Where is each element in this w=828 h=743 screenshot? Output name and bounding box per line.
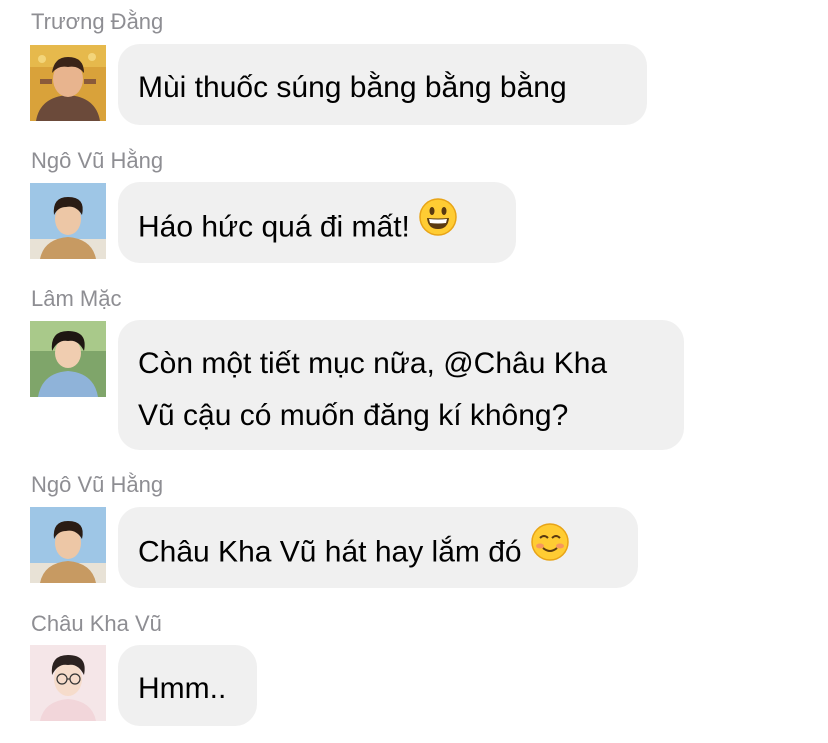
avatar-lam-mac [30, 321, 106, 397]
avatar-truong-dang [30, 45, 106, 121]
avatar[interactable] [30, 183, 106, 259]
message-bubble[interactable]: Háo hức quá đi mất! [118, 182, 516, 263]
message-bubble[interactable]: Châu Kha Vũ hát hay lắm đó [118, 507, 638, 588]
avatar[interactable] [30, 45, 106, 121]
message-text: Hmm.. [138, 672, 227, 705]
message-bubble[interactable]: Còn một tiết mục nữa, @Châu Kha Vũ cậu c… [118, 320, 684, 450]
message-line: Châu Kha Vũ hát hay lắm đó [138, 522, 618, 579]
message-bubble[interactable]: Mùi thuốc súng bằng bằng bằng [118, 44, 647, 125]
message-text: Vũ cậu có muốn đăng kí không? [138, 399, 569, 432]
message-bubble[interactable]: Hmm.. [118, 645, 257, 726]
avatar-ngo-vu-hang [30, 183, 106, 259]
avatar[interactable] [30, 645, 106, 721]
avatar[interactable] [30, 321, 106, 397]
sender-name: Lâm Mặc [31, 286, 122, 311]
avatar[interactable] [30, 507, 106, 583]
message-text: Mùi thuốc súng bằng bằng bằng [138, 71, 567, 104]
sender-name: Châu Kha Vũ [31, 611, 162, 636]
smiling-face-icon [530, 522, 570, 579]
sender-name: Ngô Vũ Hằng [31, 148, 164, 173]
sender-name: Ngô Vũ Hằng [31, 472, 164, 497]
message-text: Háo hức quá đi mất! [138, 210, 410, 244]
avatar-chau-kha-vu [30, 645, 106, 721]
message-line: Háo hức quá đi mất! [138, 197, 496, 254]
avatar-ngo-vu-hang [30, 507, 106, 583]
message-text: Còn một tiết mục nữa, @Châu Kha [138, 347, 608, 380]
grinning-face-icon [418, 197, 458, 254]
sender-name: Trương Đằng [31, 9, 164, 34]
message-text: Châu Kha Vũ hát hay lắm đó [138, 535, 522, 569]
chat-thread: Trương Đằng Mùi thuốc súng bằng bằng bằn… [0, 0, 828, 743]
